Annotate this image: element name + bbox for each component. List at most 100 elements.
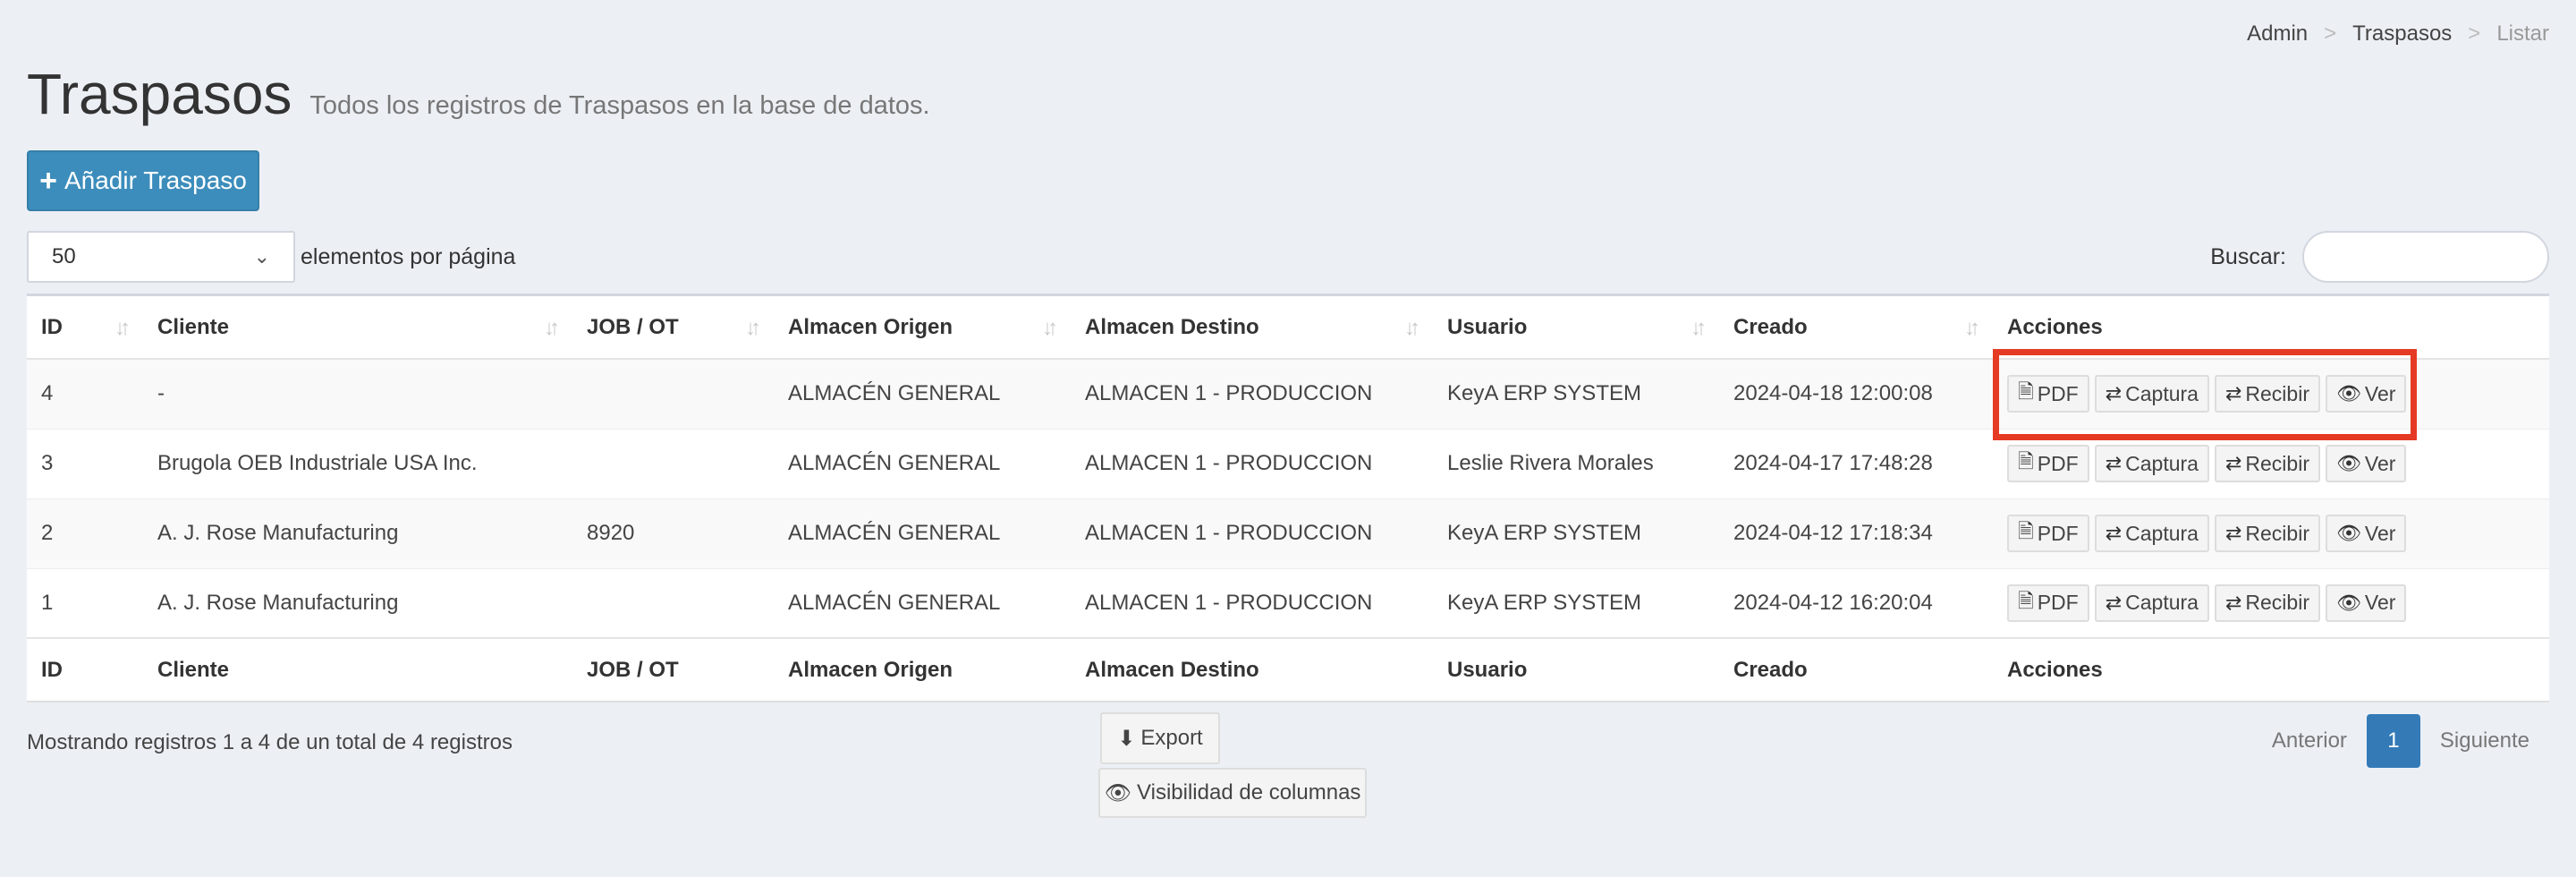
add-traspaso-button[interactable]: + Añadir Traspaso [27,150,259,211]
plus-icon: + [39,163,57,198]
cell-creado: 2024-04-12 17:18:34 [1719,498,1993,568]
sort-icon: ↓↑ [1404,316,1420,340]
footer-destino: Almacen Destino [1071,637,1433,701]
search-input[interactable] [2302,231,2549,283]
add-traspaso-label: Añadir Traspaso [64,166,247,194]
footer-usuario: Usuario [1433,637,1719,701]
cell-creado: 2024-04-17 17:48:28 [1719,428,1993,498]
recibir-button[interactable]: ⇄ Recibir [2214,445,2320,482]
cell-acciones: 🗎 PDF ⇄ Captura ⇄ Recibir 👁 Ver [1993,358,2549,429]
cell-creado: 2024-04-18 12:00:08 [1719,358,1993,429]
column-header-creado[interactable]: Creado ↓↑ [1719,296,1993,360]
pdf-button[interactable]: 🗎 PDF [2007,375,2089,413]
recibir-label: Recibir [2245,381,2309,405]
table-row: 3 Brugola OEB Industriale USA Inc. ALMACÉN… [27,428,2549,498]
cell-destino: ALMACEN 1 - PRODUCCION [1071,498,1433,568]
search-label: Buscar: [2210,243,2286,269]
exchange-icon: ⇄ [2224,382,2242,405]
pagination-previous[interactable]: Anterior [2252,714,2367,768]
recibir-button[interactable]: ⇄ Recibir [2214,375,2320,413]
pagination-page-1[interactable]: 1 [2366,714,2420,768]
pdf-button[interactable]: 🗎 PDF [2007,515,2089,552]
pdf-button[interactable]: 🗎 PDF [2007,445,2089,482]
exchange-icon: ⇄ [2224,522,2242,544]
column-header-cliente[interactable]: Cliente ↓↑ [143,296,572,360]
captura-button[interactable]: ⇄ Captura [2094,583,2209,622]
cell-destino: ALMACEN 1 - PRODUCCION [1071,567,1433,638]
ver-button[interactable]: 👁 Ver [2325,375,2407,413]
breadcrumb-traspasos[interactable]: Traspasos [2352,21,2452,47]
recibir-button[interactable]: ⇄ Recibir [2214,515,2320,552]
ver-label: Ver [2364,451,2396,475]
column-header-usuario[interactable]: Usuario ↓↑ [1433,296,1719,360]
cell-cliente: Brugola OEB Industriale USA Inc. [143,428,572,498]
cell-id: 3 [27,428,143,498]
column-header-job[interactable]: JOB / OT ↓↑ [572,296,774,360]
cell-job [572,358,774,429]
column-visibility-button[interactable]: 👁 Visibilidad de columnas [1098,768,1367,818]
column-visibility-label: Visibilidad de columnas [1137,780,1361,805]
page-length-control: 50 ⌄ elementos por página [27,231,515,283]
page-header: Traspasos Todos los registros de Traspas… [27,61,930,127]
eye-icon: 👁 [2335,382,2361,405]
exchange-icon: ⇄ [2224,452,2242,474]
cell-id: 4 [27,358,143,429]
footer-creado: Creado [1719,637,1993,701]
sort-icon: ↓↑ [745,316,761,340]
cell-acciones: 🗎 PDF ⇄ Captura ⇄ Recibir 👁 Ver [1993,567,2549,638]
eye-icon: 👁 [2335,522,2361,544]
column-header-id[interactable]: ID ↓↑ [27,296,143,360]
recibir-button[interactable]: ⇄ Recibir [2214,583,2320,622]
cell-id: 2 [27,498,143,568]
cell-acciones: 🗎 PDF ⇄ Captura ⇄ Recibir 👁 Ver [1993,428,2549,498]
sort-icon: ↓↑ [544,316,560,340]
cell-usuario: KeyA ERP SYSTEM [1433,498,1719,568]
page-length-value: 50 [52,244,76,268]
recibir-label: Recibir [2245,451,2309,475]
eye-icon: 👁 [2335,452,2361,474]
captura-button[interactable]: ⇄ Captura [2094,445,2209,482]
cell-origen: ALMACÉN GENERAL [774,567,1071,638]
breadcrumb-admin[interactable]: Admin [2247,21,2308,47]
footer-acciones: Acciones [1993,637,2549,701]
ver-button[interactable]: 👁 Ver [2325,583,2407,622]
cell-usuario: KeyA ERP SYSTEM [1433,567,1719,638]
pdf-label: PDF [2037,451,2079,475]
captura-button[interactable]: ⇄ Captura [2094,515,2209,552]
pdf-label: PDF [2037,381,2079,405]
captura-button[interactable]: ⇄ Captura [2094,375,2209,413]
pdf-button[interactable]: 🗎 PDF [2007,583,2089,622]
ver-button[interactable]: 👁 Ver [2325,515,2407,552]
breadcrumb-separator: > [2468,21,2481,46]
cell-job [572,567,774,638]
ver-label: Ver [2364,521,2396,545]
table-row: 1 A. J. Rose Manufacturing ALMACÉN GENERAL… [27,567,2549,638]
table-footer-row: ID Cliente JOB / OT Almacen Origen Almac… [27,637,2549,701]
breadcrumb: Admin > Traspasos > Listar [2247,21,2549,47]
cell-usuario: KeyA ERP SYSTEM [1433,358,1719,429]
ver-label: Ver [2364,591,2396,615]
sort-icon: ↓↑ [114,316,131,340]
table-info: Mostrando registros 1 a 4 de un total de… [27,730,513,754]
page-length-select[interactable]: 50 ⌄ [27,231,295,283]
column-header-origen[interactable]: Almacen Origen ↓↑ [774,296,1071,360]
eye-icon: 👁 [2335,591,2361,614]
ver-button[interactable]: 👁 Ver [2325,445,2407,482]
file-pdf-icon: 🗎 [2018,589,2034,612]
cell-origen: ALMACÉN GENERAL [774,358,1071,429]
exchange-icon: ⇄ [2105,382,2123,405]
eye-slash-icon: 👁 [1104,780,1132,805]
chevron-down-icon: ⌄ [253,245,270,268]
cell-destino: ALMACEN 1 - PRODUCCION [1071,358,1433,429]
sort-icon: ↓↑ [1042,316,1058,340]
cell-cliente: A. J. Rose Manufacturing [143,567,572,638]
export-button[interactable]: ⬇ Export [1100,712,1220,764]
column-header-destino[interactable]: Almacen Destino ↓↑ [1071,296,1433,360]
cell-usuario: Leslie Rivera Morales [1433,428,1719,498]
sort-icon: ↓↑ [1690,316,1707,340]
captura-label: Captura [2125,381,2199,405]
pagination: Anterior 1 Siguiente [2252,714,2549,768]
ver-label: Ver [2364,381,2396,405]
footer-id: ID [27,637,143,701]
pagination-next[interactable]: Siguiente [2420,714,2549,768]
